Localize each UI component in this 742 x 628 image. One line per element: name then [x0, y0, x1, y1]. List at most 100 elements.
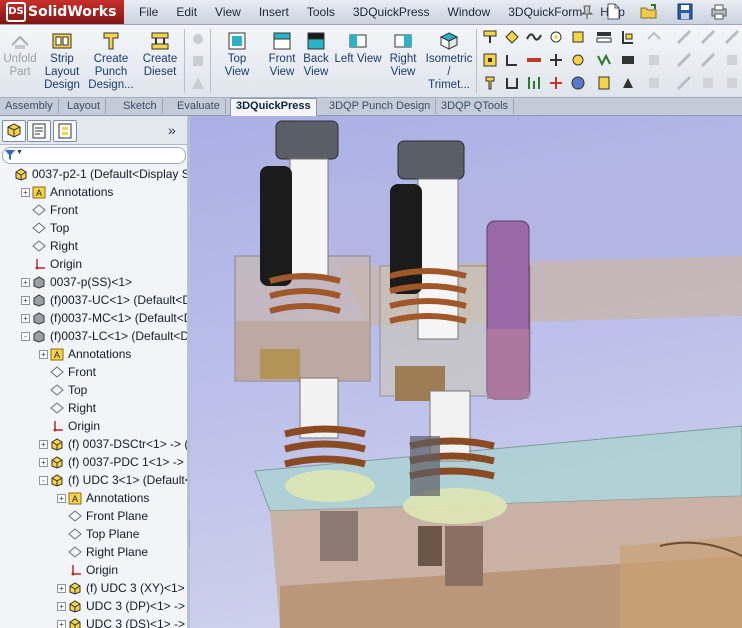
plane-icon [32, 222, 46, 234]
tree-item[interactable]: + (f)0037-MC<1> (Default<Di [21, 309, 187, 327]
die-component-icon[interactable] [620, 75, 636, 91]
tree-item[interactable]: + A Annotations [57, 489, 149, 507]
tree-item[interactable]: Right [50, 399, 96, 417]
tab-3dqp-punch-design[interactable]: 3DQP Punch Design [324, 99, 437, 114]
new-document-icon[interactable] [604, 3, 622, 20]
tree-item[interactable]: + (f) 0037-DSCtr<1> -> (Ex [39, 435, 187, 453]
front-view-button[interactable]: Front View [266, 31, 298, 79]
graphics-viewport[interactable] [190, 116, 742, 628]
die-component-icon[interactable] [526, 75, 542, 91]
tab-assembly[interactable]: Assembly [0, 99, 59, 114]
die-component-icon[interactable] [504, 75, 520, 91]
menu-3dquickpress[interactable]: 3DQuickPress [344, 0, 439, 24]
expand-node-icon[interactable]: + [57, 602, 66, 611]
menu-window[interactable]: Window [439, 0, 500, 24]
die-component-icon[interactable] [570, 29, 586, 45]
tree-item[interactable]: +0037-p(SS)<1> [21, 273, 132, 291]
top-view-button[interactable]: Top View [214, 31, 260, 79]
solidworks-logo[interactable]: DS SolidWorks [0, 0, 124, 24]
expand-node-icon[interactable]: + [57, 494, 66, 503]
die-component-icon[interactable] [504, 29, 520, 45]
die-component-icon[interactable] [620, 52, 636, 68]
tab-sketch[interactable]: Sketch [118, 99, 163, 114]
expand-node-icon[interactable]: + [57, 620, 66, 628]
expand-node-icon[interactable]: + [21, 296, 30, 305]
create-dieset-button[interactable]: Create Dieset [140, 31, 180, 79]
tree-item[interactable]: - (f) UDC 3<1> (Default<D [39, 471, 187, 489]
tab-evaluate[interactable]: Evaluate [172, 99, 226, 114]
expand-node-icon[interactable]: + [21, 278, 30, 287]
tab-3dqp-qtools[interactable]: 3DQP QTools [436, 99, 515, 114]
tree-item[interactable]: Right [32, 237, 78, 255]
save-icon[interactable] [676, 3, 694, 20]
die-component-icon[interactable] [526, 52, 542, 68]
tree-item[interactable]: + (f) 0037-PDC 1<1> -> [39, 453, 184, 471]
tree-item[interactable]: 0037-p2-1 (Default<Display State [14, 165, 187, 183]
die-component-icon[interactable] [548, 52, 564, 68]
tree-item[interactable]: Origin [32, 255, 82, 273]
property-manager-tab-icon[interactable] [27, 120, 51, 142]
collapse-node-icon[interactable]: - [39, 476, 48, 485]
tree-item[interactable]: Front [32, 201, 78, 219]
tree-item[interactable]: - (f)0037-LC<1> (Default<Dis [21, 327, 187, 345]
left-view-button[interactable]: Left View [334, 31, 382, 66]
die-component-icon[interactable] [570, 52, 586, 68]
tree-item[interactable]: Top [32, 219, 69, 237]
expand-node-icon[interactable]: + [21, 188, 30, 197]
create-punch-design-button[interactable]: Create Punch Design... [88, 31, 134, 92]
tree-item[interactable]: Origin [68, 561, 118, 579]
print-icon[interactable] [710, 3, 728, 20]
right-view-button[interactable]: Right View [386, 31, 420, 79]
isometric-trimetric-button[interactable]: Isometric / Trimet... [424, 31, 474, 92]
tree-item[interactable]: + UDC 3 (DP)<1> -> [57, 597, 185, 615]
filter-dropdown-icon[interactable]: ▼ [16, 149, 23, 156]
die-component-icon[interactable] [548, 75, 564, 91]
tree-item[interactable]: + A Annotations [39, 345, 131, 363]
die-component-icon[interactable] [596, 75, 612, 91]
tree-item[interactable]: Top [50, 381, 87, 399]
tree-item[interactable]: Right Plane [68, 543, 148, 561]
expand-node-icon[interactable]: + [39, 350, 48, 359]
strip-layout-design-button[interactable]: Strip Layout Design [44, 31, 80, 92]
back-view-button[interactable]: Back View [300, 31, 332, 79]
configuration-manager-tab-icon[interactable] [53, 120, 77, 142]
unfold-part-button[interactable]: Unfold Part [2, 31, 38, 79]
open-folder-icon[interactable] [640, 3, 658, 20]
die-component-icon[interactable] [482, 75, 498, 91]
expand-node-icon[interactable]: + [39, 458, 48, 467]
tree-item[interactable]: + (f) UDC 3 (XY)<1> -> [57, 579, 187, 597]
die-component-icon[interactable] [504, 52, 520, 68]
tab-layout[interactable]: Layout [62, 99, 107, 114]
die-component-icon[interactable] [482, 52, 498, 68]
panel-expand-chevron-icon[interactable]: » [168, 122, 176, 138]
die-component-icon[interactable] [620, 29, 636, 45]
die-component-icon[interactable] [548, 29, 564, 45]
tree-item[interactable]: + (f)0037-UC<1> (Default<Dis [21, 291, 187, 309]
menu-tools[interactable]: Tools [298, 0, 344, 24]
die-component-icon[interactable] [596, 52, 612, 68]
tree-item[interactable]: Origin [50, 417, 100, 435]
tree-filter-input[interactable]: ▼ [2, 147, 186, 164]
plane-icon [32, 204, 46, 216]
tree-item[interactable]: Front Plane [68, 507, 148, 525]
collapse-node-icon[interactable]: - [21, 332, 30, 341]
expand-node-icon[interactable]: + [39, 440, 48, 449]
tree-item[interactable]: + UDC 3 (DS)<1> -> [57, 615, 185, 628]
tree-item[interactable]: Top Plane [68, 525, 139, 543]
die-component-icon[interactable] [526, 29, 542, 45]
pin-icon[interactable] [578, 3, 596, 20]
tree-item[interactable]: + A Annotations [21, 183, 113, 201]
menu-edit[interactable]: Edit [167, 0, 206, 24]
menu-file[interactable]: File [130, 0, 167, 24]
die-component-icon[interactable] [596, 29, 612, 45]
die-component-icon[interactable] [482, 29, 498, 45]
menu-view[interactable]: View [206, 0, 250, 24]
die-component-icon[interactable] [570, 75, 586, 91]
feature-manager-tab-icon[interactable] [2, 120, 26, 142]
tab-3dquickpress[interactable]: 3DQuickPress [230, 98, 317, 116]
expand-node-icon[interactable]: + [57, 584, 66, 593]
tree-item[interactable]: Front [50, 363, 96, 381]
tree-item-label: Top Plane [86, 527, 140, 541]
expand-node-icon[interactable]: + [21, 314, 30, 323]
menu-insert[interactable]: Insert [250, 0, 298, 24]
